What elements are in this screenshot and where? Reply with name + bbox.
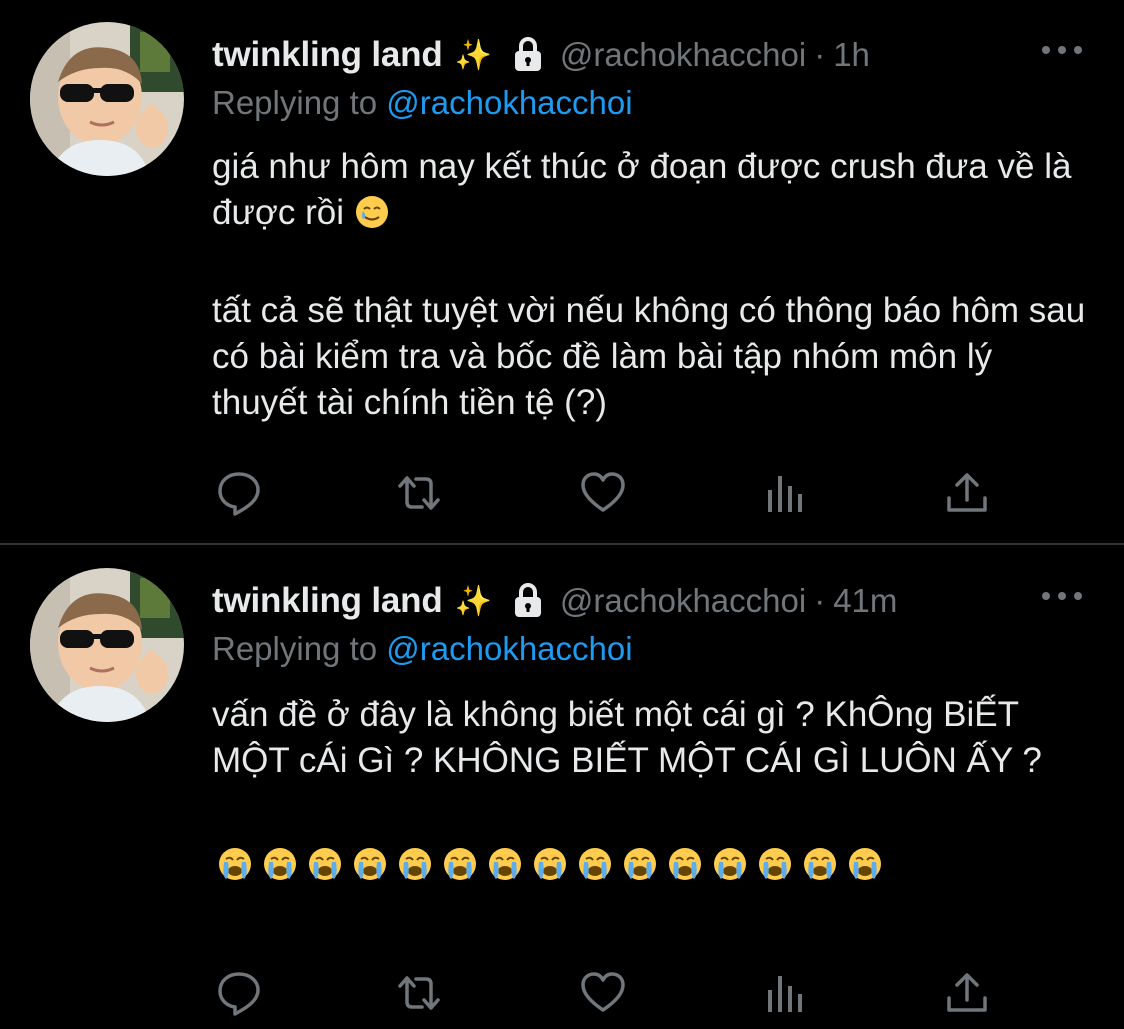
replying-to: Replying to @rachokhacchoi bbox=[212, 630, 633, 668]
loudly-crying-face-emoji bbox=[527, 844, 572, 884]
loudly-crying-face-emoji bbox=[707, 844, 752, 884]
mention-link[interactable]: @rachokhacchoi bbox=[386, 84, 632, 121]
tweet-header: twinkling land ✨ @rachokhacchoi · 1h bbox=[212, 30, 870, 80]
tweet-text: giá như hôm nay kết thúc ở đoạn được cru… bbox=[212, 144, 1092, 426]
retweet-button[interactable] bbox=[394, 968, 444, 1018]
avatar[interactable] bbox=[30, 568, 184, 722]
loudly-crying-face-emoji bbox=[482, 844, 527, 884]
share-button[interactable] bbox=[942, 468, 992, 518]
loudly-crying-face-emoji bbox=[797, 844, 842, 884]
paragraph-text: giá như hôm nay kết thúc ở đoạn được cru… bbox=[212, 147, 1082, 232]
loudly-crying-face-emoji bbox=[437, 844, 482, 884]
retweet-button[interactable] bbox=[394, 468, 444, 518]
like-button[interactable] bbox=[578, 468, 628, 518]
tear-smile-emoji bbox=[354, 194, 390, 242]
reply-icon bbox=[218, 972, 260, 1016]
share-icon bbox=[947, 473, 987, 512]
tweet[interactable]: twinkling land ✨ @rachokhacchoi · 41m Re… bbox=[0, 546, 1124, 1029]
display-name[interactable]: twinkling land bbox=[212, 581, 443, 621]
loudly-crying-face-emoji bbox=[257, 844, 302, 884]
tweet-text: vấn đề ở đây là không biết một cái gì ? … bbox=[212, 692, 1092, 884]
handle[interactable]: @rachokhacchoi bbox=[560, 582, 806, 620]
views-icon bbox=[768, 476, 802, 512]
avatar[interactable] bbox=[30, 22, 184, 176]
mention-link[interactable]: @rachokhacchoi bbox=[386, 630, 632, 667]
views-button[interactable] bbox=[760, 468, 810, 518]
reply-button[interactable] bbox=[214, 968, 264, 1018]
share-icon bbox=[947, 973, 987, 1012]
crying-emoji-row bbox=[212, 844, 1092, 884]
replying-label: Replying to bbox=[212, 630, 378, 667]
like-button[interactable] bbox=[578, 968, 628, 1018]
retweet-icon bbox=[398, 976, 440, 1010]
tweet-paragraph: tất cả sẽ thật tuyệt vời nếu không có th… bbox=[212, 291, 1095, 422]
sparkle-emoji: ✨ bbox=[454, 584, 492, 618]
timestamp[interactable]: 41m bbox=[833, 582, 897, 620]
share-button[interactable] bbox=[942, 968, 992, 1018]
separator-dot: · bbox=[814, 582, 826, 619]
tweet-actions bbox=[212, 468, 1012, 518]
separator-dot: · bbox=[814, 36, 826, 73]
loudly-crying-face-emoji bbox=[347, 844, 392, 884]
more-options-icon[interactable] bbox=[1040, 586, 1084, 606]
tweet-actions bbox=[212, 968, 1012, 1018]
tweet-divider bbox=[0, 543, 1124, 545]
avatar-image bbox=[30, 568, 184, 722]
sparkle-emoji: ✨ bbox=[454, 38, 492, 72]
avatar-image bbox=[30, 22, 184, 176]
loudly-crying-face-emoji bbox=[392, 844, 437, 884]
more-options-icon[interactable] bbox=[1040, 40, 1084, 60]
lock-icon bbox=[512, 35, 544, 75]
loudly-crying-face-emoji bbox=[302, 844, 347, 884]
tweet-paragraph: vấn đề ở đây là không biết một cái gì ? … bbox=[212, 695, 1042, 780]
views-button[interactable] bbox=[760, 968, 810, 1018]
views-icon bbox=[768, 976, 802, 1012]
reply-icon bbox=[218, 472, 260, 516]
loudly-crying-face-emoji bbox=[842, 844, 887, 884]
loudly-crying-face-emoji bbox=[752, 844, 797, 884]
replying-to: Replying to @rachokhacchoi bbox=[212, 84, 633, 122]
loudly-crying-face-emoji bbox=[662, 844, 707, 884]
replying-label: Replying to bbox=[212, 84, 378, 121]
loudly-crying-face-emoji bbox=[617, 844, 662, 884]
loudly-crying-face-emoji bbox=[212, 844, 257, 884]
retweet-icon bbox=[398, 476, 440, 510]
tweet-paragraph: giá như hôm nay kết thúc ở đoạn được cru… bbox=[212, 144, 1092, 242]
handle[interactable]: @rachokhacchoi bbox=[560, 36, 806, 74]
reply-button[interactable] bbox=[214, 468, 264, 518]
tweet[interactable]: twinkling land ✨ @rachokhacchoi · 1h Rep… bbox=[0, 0, 1124, 544]
lock-icon bbox=[512, 581, 544, 621]
like-icon bbox=[581, 972, 625, 1012]
timestamp[interactable]: 1h bbox=[833, 36, 870, 74]
display-name[interactable]: twinkling land bbox=[212, 35, 443, 75]
tweet-header: twinkling land ✨ @rachokhacchoi · 41m bbox=[212, 576, 897, 626]
loudly-crying-face-emoji bbox=[572, 844, 617, 884]
like-icon bbox=[581, 472, 625, 512]
